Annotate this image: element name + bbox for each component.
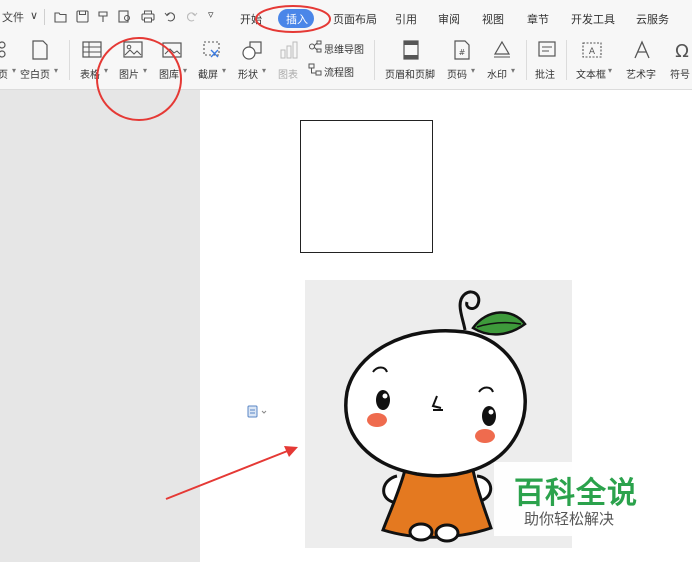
chevron-down-icon[interactable]: ▾ xyxy=(12,66,16,75)
tab-start[interactable]: 开始 xyxy=(240,11,262,27)
chart-icon xyxy=(280,41,298,59)
chart-label: 图表 xyxy=(278,70,298,81)
watermark-subtitle: 助你轻松解决 xyxy=(524,510,615,528)
page-number-label: 页码 xyxy=(447,70,467,81)
format-painter-icon[interactable] xyxy=(97,10,110,23)
page-number-icon: # xyxy=(454,40,470,60)
blank-page-icon xyxy=(32,40,48,60)
divider xyxy=(374,40,375,80)
shape-label: 形状 xyxy=(238,70,258,81)
symbol-label: 符号 xyxy=(670,70,690,81)
print-icon[interactable] xyxy=(141,10,155,23)
chevron-down-icon: ▾ xyxy=(143,66,148,75)
picture-button[interactable]: 图片 ▾ xyxy=(116,34,152,89)
page-number-button[interactable]: # 页码 ▾ xyxy=(444,34,480,89)
mind-map-label[interactable]: 思维导图 xyxy=(324,41,364,56)
cover-page-button[interactable]: 页 xyxy=(0,34,14,89)
undo-icon[interactable] xyxy=(164,10,177,23)
paste-options-icon[interactable] xyxy=(246,404,270,420)
divider xyxy=(526,40,527,80)
screenshot-button[interactable]: 截屏 ▾ xyxy=(196,34,232,89)
cover-page-label: 页 xyxy=(0,70,8,81)
mind-map-icon[interactable] xyxy=(308,40,322,53)
picture-label: 图片 xyxy=(119,70,139,81)
textbox-button[interactable]: A 文本框 ▾ xyxy=(572,34,616,89)
wordart-label: 艺术字 xyxy=(626,70,656,81)
site-watermark: 百科全说 助你轻松解决 xyxy=(494,462,692,536)
shape-button[interactable]: 形状 ▾ xyxy=(236,34,272,89)
chart-button[interactable]: 图表 xyxy=(274,34,304,89)
chevron-down-icon: ▾ xyxy=(222,66,227,75)
chevron-down-icon: ▾ xyxy=(608,66,613,75)
inserted-rectangle-shape[interactable] xyxy=(300,120,433,253)
textbox-label: 文本框 xyxy=(576,70,606,81)
blank-page-button[interactable]: 空白页 ▾ xyxy=(18,34,62,89)
ribbon-toolbar: 页 ▾ 空白页 ▾ 表格 ▾ 图片 ▾ 图库 ▾ 截屏 ▾ 形状 ▾ 图表 思维… xyxy=(0,34,692,90)
table-icon xyxy=(82,41,102,58)
tab-references[interactable]: 引用 xyxy=(395,11,417,27)
gallery-label: 图库 xyxy=(159,70,179,81)
header-footer-icon xyxy=(403,40,419,60)
divider xyxy=(566,40,567,80)
chevron-down-icon: ▾ xyxy=(104,66,109,75)
chevron-down-icon: ▾ xyxy=(262,66,267,75)
redo-icon[interactable] xyxy=(185,10,198,23)
chevron-down-icon: ▾ xyxy=(511,66,516,75)
file-menu[interactable]: 文件 xyxy=(2,9,24,25)
tab-developer[interactable]: 开发工具 xyxy=(571,11,615,27)
symbol-button[interactable]: Ω 符号 xyxy=(666,34,692,89)
customize-dropdown-icon[interactable]: ▿ xyxy=(208,8,214,21)
watermark-icon xyxy=(493,40,511,58)
cover-page-icon xyxy=(0,41,6,58)
flowchart-label[interactable]: 流程图 xyxy=(324,64,354,79)
table-button[interactable]: 表格 ▾ xyxy=(76,34,112,89)
divider xyxy=(69,40,70,80)
tab-review[interactable]: 审阅 xyxy=(438,11,460,27)
menu-bar: 文件 ∨ ▿ 开始 插入 页面布局 引用 审阅 视图 章节 开发工具 云服务 xyxy=(0,0,692,34)
wordart-button[interactable]: 艺术字 xyxy=(622,34,662,89)
omega-symbol-icon: Ω xyxy=(675,41,689,60)
svg-text:Ω: Ω xyxy=(675,41,689,60)
chevron-down-icon[interactable]: ∨ xyxy=(30,9,38,22)
screenshot-label: 截屏 xyxy=(198,70,218,81)
header-footer-button[interactable]: 页眉和页脚 xyxy=(382,34,442,89)
screenshot-icon xyxy=(203,41,220,58)
tab-cloud[interactable]: 云服务 xyxy=(636,11,669,27)
comment-button[interactable]: 批注 xyxy=(532,34,562,89)
tab-insert-label[interactable]: 插入 xyxy=(286,11,308,27)
header-footer-label: 页眉和页脚 xyxy=(385,70,435,81)
comment-label: 批注 xyxy=(535,70,555,81)
watermark-button[interactable]: 水印 ▾ xyxy=(484,34,520,89)
shape-icon xyxy=(242,41,262,60)
tab-page-layout[interactable]: 页面布局 xyxy=(333,11,377,27)
blank-page-label: 空白页 xyxy=(20,70,50,81)
gallery-icon xyxy=(162,42,182,58)
watermark-label: 水印 xyxy=(487,70,507,81)
table-label: 表格 xyxy=(80,70,100,81)
tab-view[interactable]: 视图 xyxy=(482,11,504,27)
comment-icon xyxy=(538,41,556,57)
print-preview-icon[interactable] xyxy=(118,10,132,23)
chevron-down-icon: ▾ xyxy=(54,66,59,75)
divider xyxy=(44,9,45,25)
svg-text:#: # xyxy=(459,48,466,57)
wordart-icon xyxy=(634,40,650,59)
open-folder-icon[interactable] xyxy=(54,11,67,23)
save-icon[interactable] xyxy=(76,10,89,23)
flowchart-icon[interactable] xyxy=(308,63,322,76)
chevron-down-icon: ▾ xyxy=(471,66,476,75)
tab-section[interactable]: 章节 xyxy=(527,11,549,27)
watermark-title: 百科全说 xyxy=(514,476,638,511)
svg-text:A: A xyxy=(589,47,596,57)
gallery-button[interactable]: 图库 ▾ xyxy=(156,34,192,89)
picture-icon xyxy=(123,41,143,58)
chevron-down-icon: ▾ xyxy=(183,66,188,75)
textbox-icon: A xyxy=(582,42,602,58)
